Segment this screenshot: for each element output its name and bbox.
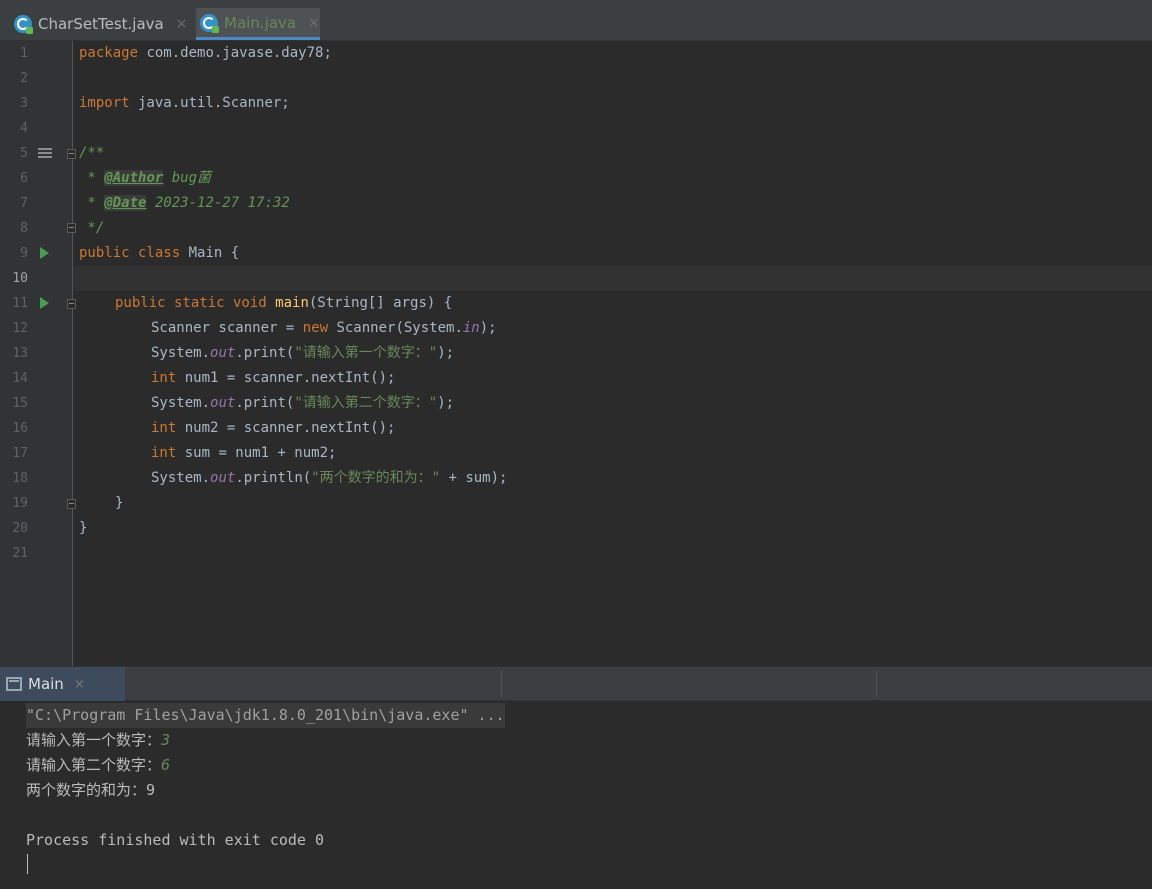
console-exit-line: Process finished with exit code 0 bbox=[26, 831, 325, 849]
line-number: 13 bbox=[12, 346, 28, 361]
line-number: 6 bbox=[20, 171, 28, 186]
line-number: 16 bbox=[12, 421, 28, 436]
console-line: 请输入第一个数字：3 bbox=[26, 731, 171, 749]
run-icon[interactable] bbox=[40, 297, 49, 309]
line-number: 15 bbox=[12, 396, 28, 411]
console-output[interactable]: "C:\Program Files\Java\jdk1.8.0_201\bin\… bbox=[0, 701, 1152, 889]
current-line-highlight bbox=[73, 266, 1152, 291]
code-line-14: int num1 = scanner.nextInt(); bbox=[151, 370, 396, 386]
code-line-3: import java.util.Scanner; bbox=[79, 95, 290, 111]
line-number: 18 bbox=[12, 471, 28, 486]
java-class-icon bbox=[200, 13, 219, 33]
run-tab-main[interactable]: Main × bbox=[0, 667, 125, 701]
code-line-1: package com.demo.javase.day78; bbox=[79, 45, 332, 61]
text-caret bbox=[27, 854, 28, 874]
line-number: 14 bbox=[12, 371, 28, 386]
line-number: 1 bbox=[20, 46, 28, 61]
line-number: 21 bbox=[12, 546, 28, 561]
code-line-13: System.out.print("请输入第一个数字："); bbox=[151, 345, 455, 361]
line-number: 5 bbox=[20, 146, 28, 161]
line-number: 3 bbox=[20, 96, 28, 111]
code-line-16: int num2 = scanner.nextInt(); bbox=[151, 420, 396, 436]
line-number: 10 bbox=[12, 271, 28, 286]
line-number: 8 bbox=[20, 221, 28, 236]
java-class-icon bbox=[14, 15, 33, 34]
line-number: 4 bbox=[20, 121, 28, 136]
line-number: 19 bbox=[12, 496, 28, 511]
line-number: 9 bbox=[20, 246, 28, 261]
tab-label: CharSetTest.java bbox=[38, 15, 164, 33]
console-command-line[interactable]: "C:\Program Files\Java\jdk1.8.0_201\bin\… bbox=[26, 703, 505, 728]
code-line-20: } bbox=[79, 520, 88, 536]
console-line: 两个数字的和为：9 bbox=[26, 781, 156, 799]
close-icon[interactable]: × bbox=[308, 15, 320, 31]
fold-icon[interactable] bbox=[67, 299, 76, 309]
tab-main-java[interactable]: Main.java × bbox=[196, 8, 320, 40]
implementation-icon[interactable] bbox=[38, 148, 52, 159]
code-line-8: */ bbox=[79, 220, 105, 236]
line-number: 11 bbox=[12, 296, 28, 311]
code-line-18: System.out.println("两个数字的和为：" + sum); bbox=[151, 470, 508, 486]
console-line: 请输入第二个数字：6 bbox=[26, 756, 171, 774]
close-icon[interactable]: × bbox=[74, 677, 85, 692]
line-number: 2 bbox=[20, 71, 28, 86]
fold-icon[interactable] bbox=[67, 149, 76, 159]
fold-icon[interactable] bbox=[67, 499, 76, 509]
code-line-12: Scanner scanner = new Scanner(System.in)… bbox=[151, 320, 497, 336]
run-tool-window-header: Main × bbox=[0, 666, 1152, 701]
code-line-15: System.out.print("请输入第二个数字："); bbox=[151, 395, 455, 411]
console-icon bbox=[6, 677, 22, 691]
code-line-5: /** bbox=[79, 145, 105, 161]
divider bbox=[876, 671, 877, 697]
code-line-11: public static void main(String[] args) { bbox=[115, 295, 453, 311]
tab-label: Main.java bbox=[224, 13, 297, 32]
line-number: 17 bbox=[12, 446, 28, 461]
code-line-7: * @Date 2023-12-27 17:32 bbox=[79, 195, 290, 211]
line-number: 7 bbox=[20, 196, 28, 211]
code-line-17: int sum = num1 + num2; bbox=[151, 445, 337, 461]
code-line-19: } bbox=[115, 495, 124, 511]
line-number-gutter: 1 2 3 4 5 6 7 8 9 10 11 12 13 14 15 16 17 18 19 20 21 bbox=[0, 41, 76, 666]
run-tab-label: Main bbox=[28, 675, 64, 693]
code-line-6: * @Author bug菌 bbox=[79, 170, 212, 186]
tab-charsettest-java[interactable]: CharSetTest.java × bbox=[14, 8, 190, 40]
editor-tab-bar: CharSetTest.java × Main.java × bbox=[0, 0, 1152, 41]
code-line-9: public class Main { bbox=[79, 245, 240, 261]
run-icon[interactable] bbox=[40, 247, 49, 259]
line-number: 20 bbox=[12, 521, 28, 536]
close-icon[interactable]: × bbox=[176, 16, 188, 32]
line-number: 12 bbox=[12, 321, 28, 336]
fold-icon[interactable] bbox=[67, 223, 76, 233]
code-editor[interactable]: 1 2 3 4 5 6 7 8 9 10 11 12 13 14 15 16 17 18 19 20 21 packag… bbox=[0, 41, 1152, 666]
divider bbox=[501, 671, 502, 697]
